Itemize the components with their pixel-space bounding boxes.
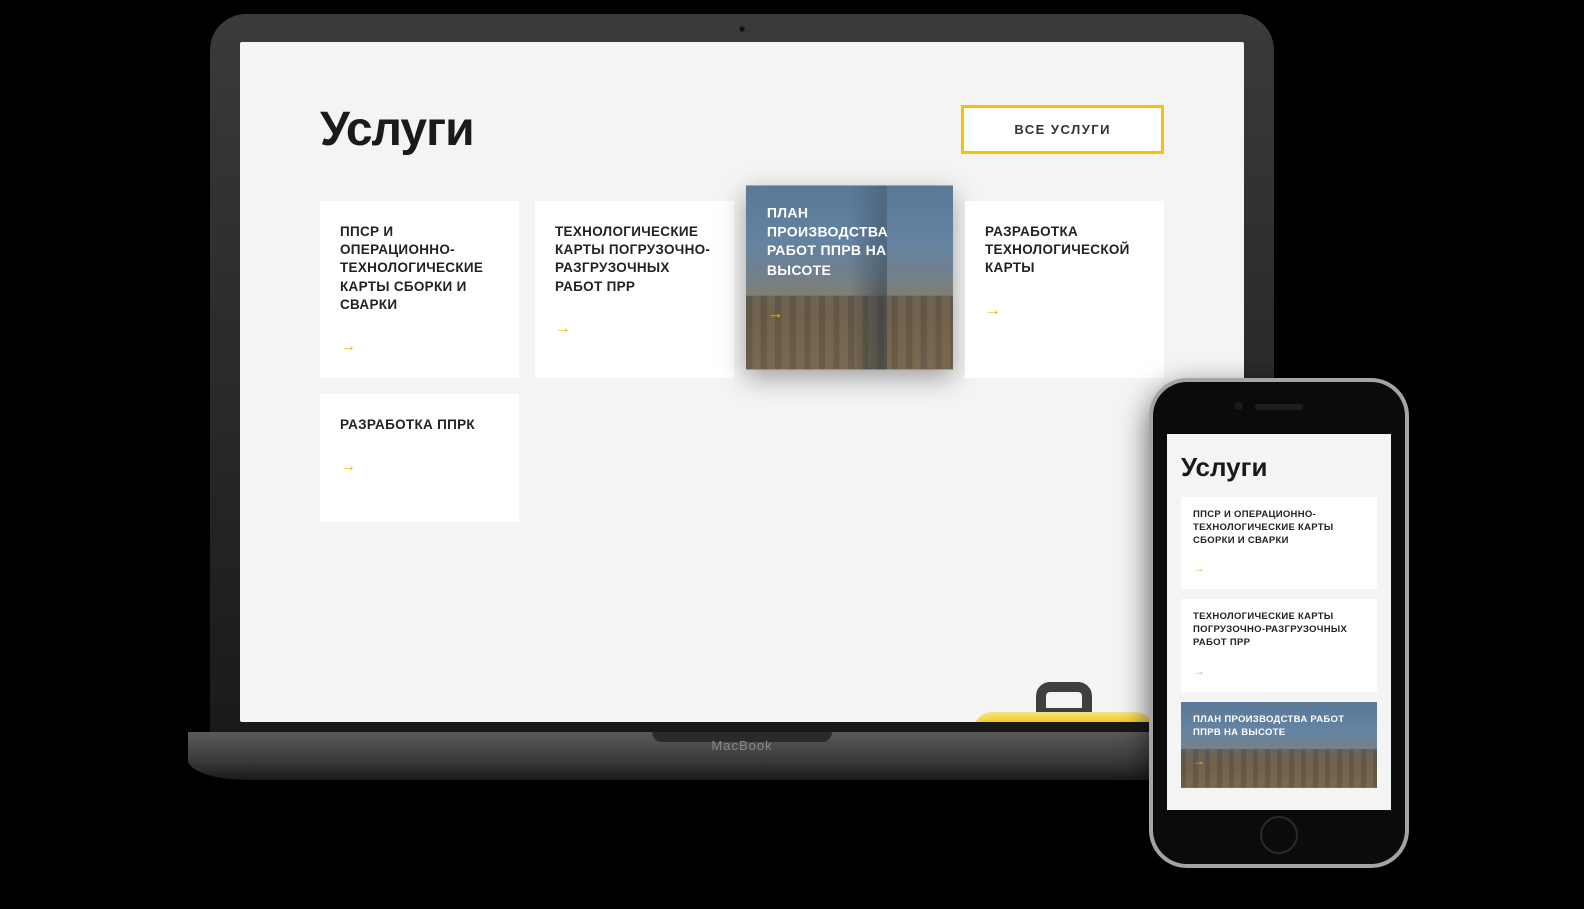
phone-body: Услуги ППСР И ОПЕРАЦИОННО-ТЕХНОЛОГИЧЕСКИ… bbox=[1153, 382, 1405, 864]
arrow-right-icon bbox=[1193, 754, 1205, 768]
camera-icon bbox=[739, 26, 745, 32]
arrow-right-icon bbox=[1193, 664, 1205, 678]
briefcase-body bbox=[974, 712, 1154, 722]
arrow-right-icon bbox=[985, 302, 1001, 319]
service-card-featured[interactable]: ПЛАН ПРОИЗВОДСТВА РАБОТ ППРВ НА ВЫСОТЕ bbox=[1181, 702, 1377, 788]
laptop-base: MacBook bbox=[188, 732, 1296, 780]
laptop-screen: Услуги ВСЕ УСЛУГИ ППСР И ОПЕРАЦИОННО-ТЕХ… bbox=[240, 42, 1244, 722]
laptop-bezel: Услуги ВСЕ УСЛУГИ ППСР И ОПЕРАЦИОННО-ТЕХ… bbox=[210, 14, 1274, 732]
phone-screen: Услуги ППСР И ОПЕРАЦИОННО-ТЕХНОЛОГИЧЕСКИ… bbox=[1167, 434, 1391, 810]
page-header: Услуги ВСЕ УСЛУГИ bbox=[320, 102, 1164, 157]
card-title: ТЕХНОЛОГИЧЕСКИЕ КАРТЫ ПОГРУЗОЧНО-РАЗГРУЗ… bbox=[1193, 611, 1365, 649]
card-title: ПЛАН ПРОИЗВОДСТВА РАБОТ ППРВ НА ВЫСОТЕ bbox=[1193, 714, 1365, 740]
service-card[interactable]: ППСР И ОПЕРАЦИОННО-ТЕХНОЛОГИЧЕСКИЕ КАРТЫ… bbox=[1181, 497, 1377, 589]
service-card[interactable]: РАЗРАБОТКА ППРК bbox=[320, 394, 519, 522]
service-card[interactable]: ТЕХНОЛОГИЧЕСКИЕ КАРТЫ ПОГРУЗОЧНО-РАЗГРУЗ… bbox=[1181, 599, 1377, 691]
home-button-icon[interactable] bbox=[1260, 816, 1298, 854]
service-cards-row-1: ППСР И ОПЕРАЦИОННО-ТЕХНОЛОГИЧЕСКИЕ КАРТЫ… bbox=[320, 201, 1164, 378]
arrow-right-icon bbox=[1193, 561, 1205, 575]
laptop-device: Услуги ВСЕ УСЛУГИ ППСР И ОПЕРАЦИОННО-ТЕХ… bbox=[188, 14, 1296, 780]
arrow-right-icon bbox=[340, 338, 356, 355]
service-card[interactable]: РАЗРАБОТКА ТЕХНОЛОГИЧЕСКОЙ КАРТЫ bbox=[965, 201, 1164, 378]
service-cards-row-2: РАЗРАБОТКА ППРК bbox=[320, 394, 1164, 522]
mobile-services-page: Услуги ППСР И ОПЕРАЦИОННО-ТЕХНОЛОГИЧЕСКИ… bbox=[1167, 434, 1391, 788]
service-card[interactable]: ТЕХНОЛОГИЧЕСКИЕ КАРТЫ ПОГРУЗОЧНО-РАЗГРУЗ… bbox=[535, 201, 734, 378]
phone-device: Услуги ППСР И ОПЕРАЦИОННО-ТЕХНОЛОГИЧЕСКИ… bbox=[1149, 378, 1409, 868]
page-title: Услуги bbox=[1181, 452, 1377, 483]
service-card-featured[interactable]: ПЛАН ПРОИЗВОДСТВА РАБОТ ППРВ НА ВЫСОТЕ bbox=[746, 185, 953, 369]
camera-icon bbox=[1235, 402, 1243, 410]
card-title: ПЛАН ПРОИЗВОДСТВА РАБОТ ППРВ НА ВЫСОТЕ bbox=[767, 204, 932, 280]
card-title: РАЗРАБОТКА ТЕХНОЛОГИЧЕСКОЙ КАРТЫ bbox=[985, 223, 1144, 278]
arrow-right-icon bbox=[767, 305, 784, 323]
service-card[interactable]: ППСР И ОПЕРАЦИОННО-ТЕХНОЛОГИЧЕСКИЕ КАРТЫ… bbox=[320, 201, 519, 378]
services-page: Услуги ВСЕ УСЛУГИ ППСР И ОПЕРАЦИОННО-ТЕХ… bbox=[240, 42, 1244, 722]
briefcase-illustration bbox=[974, 682, 1154, 722]
laptop-brand-label: MacBook bbox=[188, 738, 1296, 753]
page-title: Услуги bbox=[320, 102, 474, 157]
all-services-button[interactable]: ВСЕ УСЛУГИ bbox=[961, 105, 1164, 154]
card-title: ППСР И ОПЕРАЦИОННО-ТЕХНОЛОГИЧЕСКИЕ КАРТЫ… bbox=[1193, 509, 1365, 547]
arrow-right-icon bbox=[340, 458, 356, 475]
speaker-icon bbox=[1255, 404, 1303, 410]
arrow-right-icon bbox=[555, 320, 571, 337]
card-title: ППСР И ОПЕРАЦИОННО-ТЕХНОЛОГИЧЕСКИЕ КАРТЫ… bbox=[340, 223, 499, 314]
card-title: РАЗРАБОТКА ППРК bbox=[340, 416, 499, 434]
card-title: ТЕХНОЛОГИЧЕСКИЕ КАРТЫ ПОГРУЗОЧНО-РАЗГРУЗ… bbox=[555, 223, 714, 296]
